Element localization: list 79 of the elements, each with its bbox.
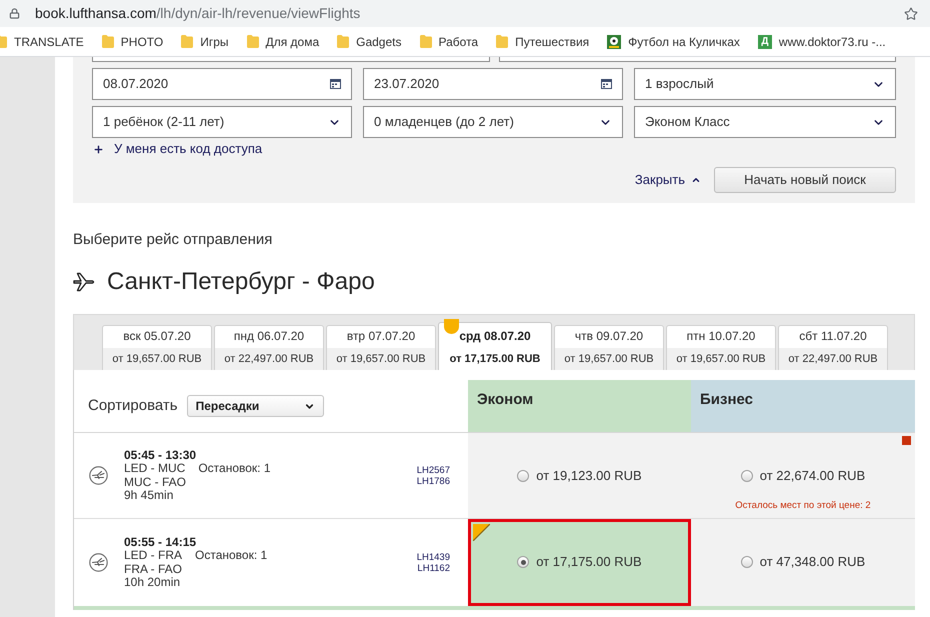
bookmark[interactable]: Футбол на Куличках [607,32,740,50]
route-leg: FRA - FAO [124,562,184,576]
bookmark[interactable]: Для дома [246,32,320,50]
fare-price: от 47,348.00 RUB [760,553,866,572]
corner-marker-icon [473,524,490,541]
input-field[interactable] [92,57,490,62]
bookmark[interactable]: Д www.doktor73.ru -... [758,32,886,50]
bird-logo-icon [89,553,108,572]
flight-duration: 9h 45min [124,489,174,502]
flight-times: 05:45 - 13:30 [124,448,198,462]
date-tab[interactable]: втр 07.07.20 от 19,657.00 RUB [326,325,436,370]
date-tab[interactable]: вск 05.07.20 от 19,657.00 RUB [102,325,212,370]
route-leg: LED - MUC [124,462,186,476]
folder-icon [102,35,114,48]
fare-cell[interactable]: от 47,348.00 RUB [691,519,915,606]
calendar-icon [330,79,341,89]
flight-number: LH1162 [417,562,450,574]
route-leg: LED - FRA [124,549,182,562]
date-field[interactable]: 08.07.2020 [92,68,352,100]
date-tab[interactable]: птн 10.07.20 от 19,657.00 RUB [666,325,776,370]
radio-button[interactable] [517,556,530,568]
fare-column-header: Бизнес [691,380,915,432]
flight-times: 05:55 - 14:15 [124,536,198,549]
fare-price: от 19,123.00 RUB [536,467,642,486]
bookmark[interactable]: Игры [181,32,229,50]
radio-button[interactable] [740,470,753,482]
calendar-icon [601,79,612,89]
lock-icon [9,8,20,19]
date-field[interactable]: 23.07.2020 [363,68,623,100]
route-title: Санкт-Петербург - Фаро [107,267,375,297]
sort-select[interactable]: Пересадки [186,395,324,417]
date-tab[interactable]: чтв 09.07.20 от 19,657.00 RUB [554,325,664,370]
close-link[interactable]: Закрыть [634,170,701,190]
fare-price: от 22,674.00 RUB [760,467,866,486]
seats-left-note: Осталось мест по этой цене: 2 [735,499,871,513]
folder-icon [496,35,508,48]
date-tab[interactable]: пнд 06.07.20 от 22,497.00 RUB [214,325,324,370]
sort-label: Сортировать [88,396,178,416]
select-field[interactable]: Эконом Класс [634,106,896,138]
date-tab[interactable]: сбт 11.07.20 от 22,497.00 RUB [778,325,888,370]
select-field[interactable]: 0 младенцев (до 2 лет) [363,106,623,138]
ball-favicon-icon [607,34,622,48]
bookmark[interactable]: Gadgets [337,32,402,50]
bookmark[interactable]: Путешествия [496,32,590,50]
radio-button[interactable] [740,556,753,568]
section-heading: Выберите рейс отправления [73,230,274,250]
fare-cell[interactable]: от 17,175.00 RUB [468,519,691,606]
bird-logo-icon [89,466,108,485]
folder-icon [337,35,350,48]
fare-cell[interactable]: от 22,674.00 RUB Осталось мест по этой цене: 2 [691,433,915,518]
new-search-button[interactable]: Начать новый поиск [714,167,896,193]
bookmark[interactable]: Работа [420,32,478,50]
chevron-up-icon [691,175,701,185]
folder-icon [181,35,194,48]
bookmark[interactable]: PHOTO [102,32,164,50]
flight-duration: 10h 20min [124,576,182,590]
flight-number: LH1439 [416,552,450,562]
fare-cell[interactable]: от 19,123.00 RUB [468,433,691,518]
fare-column-header: Эконом [468,380,691,432]
folder-icon [246,35,259,48]
access-code-link[interactable]: У меня есть код доступа [92,139,262,159]
select-field[interactable]: 1 взрослый [634,68,896,100]
fare-price: от 17,175.00 RUB [536,553,642,572]
flight-number: LH1786 [416,476,450,486]
stops-count: Остановок: 1 [195,549,268,562]
stops-count: Остановок: 1 [198,462,271,476]
date-tab[interactable]: срд 08.07.20 от 17,175.00 RUB [438,322,552,370]
folder-icon [420,35,432,48]
bookmark[interactable]: TRANSLATE [0,32,84,50]
input-field[interactable] [499,57,896,62]
bookmark-star-icon[interactable] [904,6,918,20]
radio-button[interactable] [517,470,530,482]
tab-marker-icon [444,319,459,334]
route-leg: MUC - FAO [124,476,187,489]
plane-icon [73,272,95,292]
plus-icon [93,144,104,154]
select-field[interactable]: 1 ребёнок (2-11 лет) [92,106,352,138]
letter-favicon-icon: Д [758,34,772,48]
flight-number: LH2567 [416,464,450,476]
